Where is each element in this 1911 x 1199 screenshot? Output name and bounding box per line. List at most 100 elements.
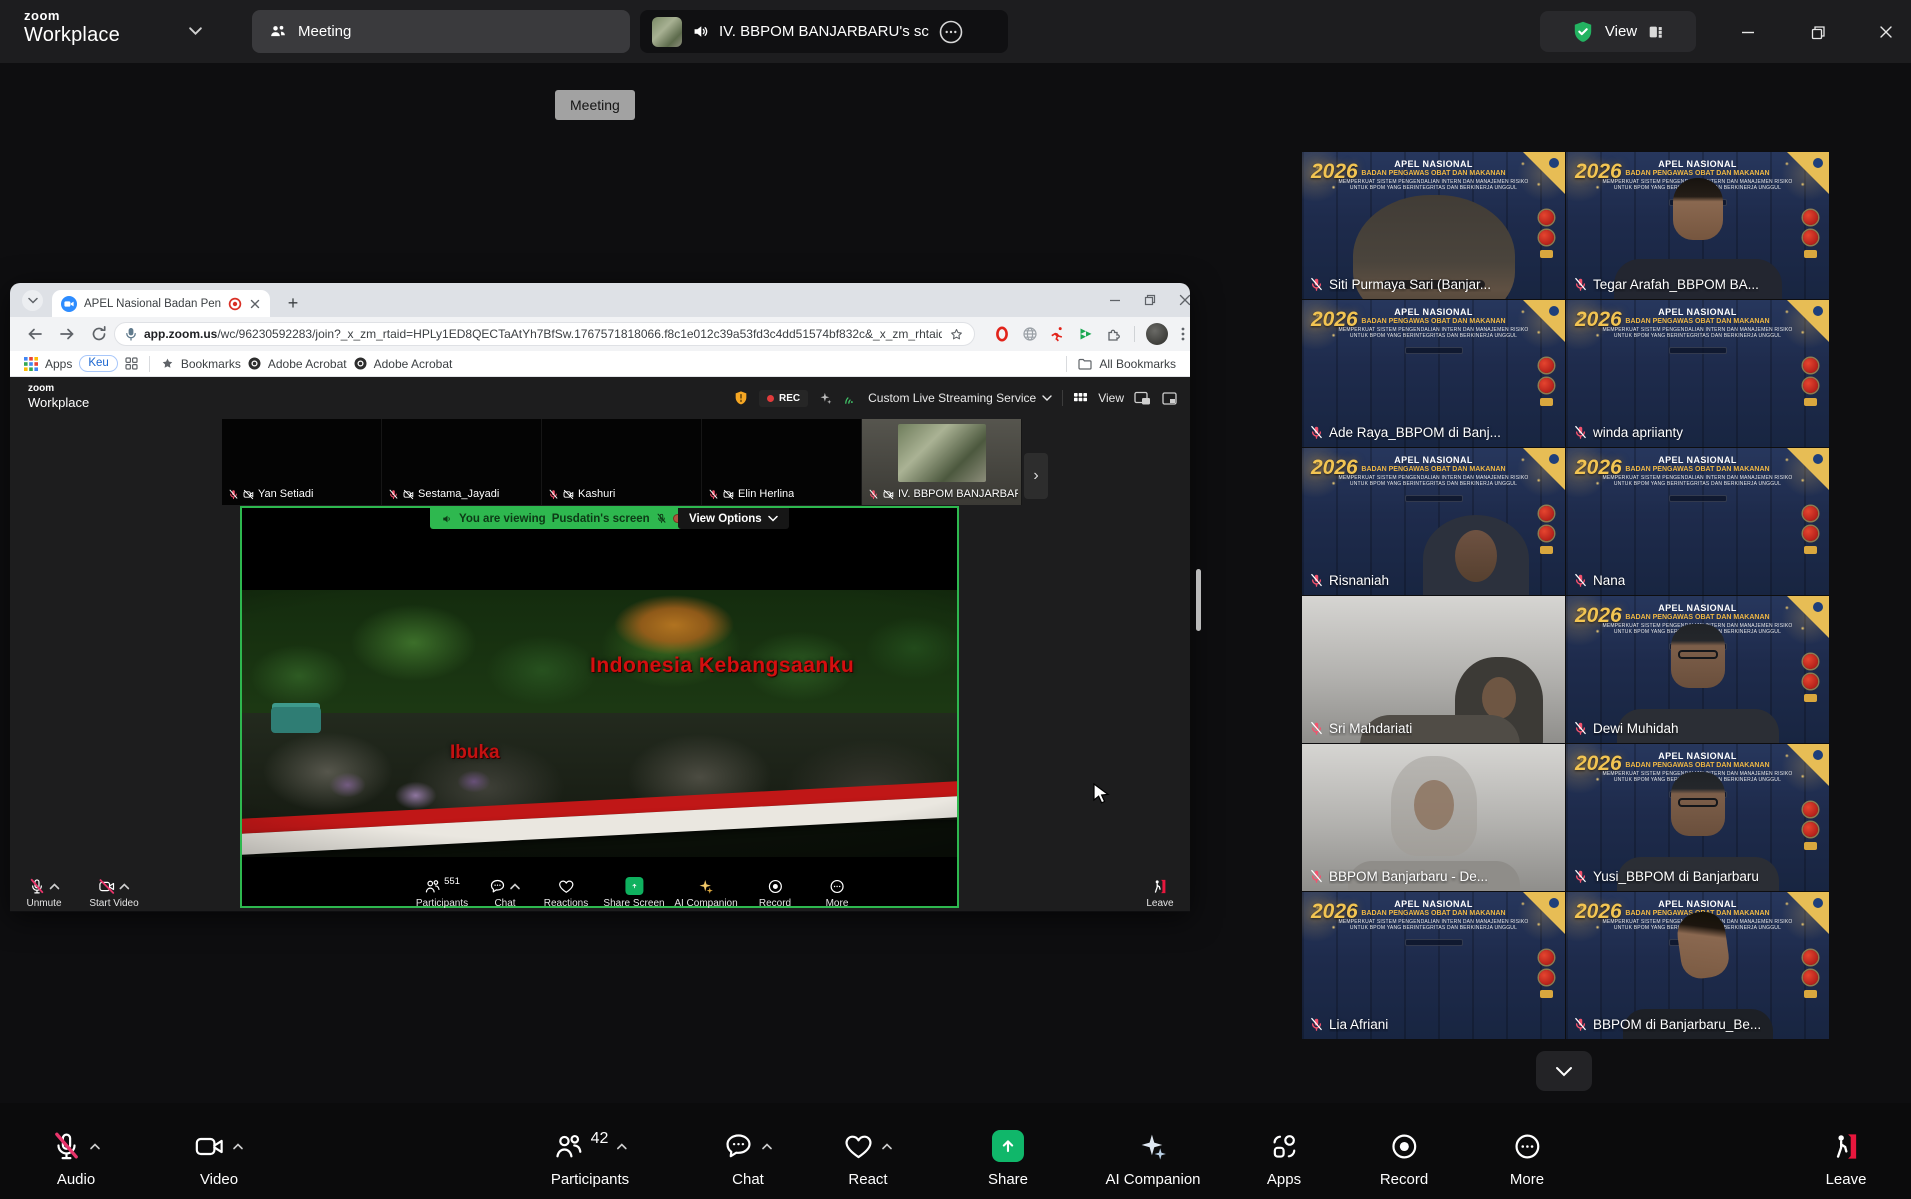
participant-tile[interactable]: 2026APEL NASIONALBADAN PENGAWAS OBAT DAN… [1302,448,1565,595]
tab-close-icon[interactable] [249,298,261,310]
chevron-up-icon[interactable] [89,1142,101,1151]
toolbar-chat-button[interactable]: Chat [489,876,521,909]
participant-tile[interactable]: 2026APEL NASIONALBADAN PENGAWAS OBAT DAN… [1566,744,1829,891]
minimize-button[interactable] [1731,18,1765,46]
participant-tile[interactable]: BBPOM Banjarbaru - De... [1302,744,1565,891]
tab-shared-screen[interactable]: IV. BBPOM BANJARBARU's sc [640,10,1008,53]
extensions-puzzle-icon[interactable] [1106,326,1122,342]
speaker-icon[interactable] [691,22,710,41]
participant-tile[interactable]: 2026APEL NASIONALBADAN PENGAWAS OBAT DAN… [1566,300,1829,447]
filmstrip-tile[interactable]: Kashuri [542,419,702,505]
chevron-up-icon[interactable] [761,1142,773,1151]
participant-tile[interactable]: 2026APEL NASIONALBADAN PENGAWAS OBAT DAN… [1566,596,1829,743]
toolbar-audio-button[interactable]: Audio [51,1128,101,1188]
close-button[interactable] [1869,18,1903,46]
filmstrip-tile[interactable]: Elin Herlina [702,419,862,505]
toolbar-ai-companion-button[interactable]: AI Companion [1105,1128,1200,1188]
toolbar-ai-companion-button[interactable]: AI Companion [674,876,737,909]
filmstrip-tile[interactable]: Sestama_Jayadi [382,419,542,505]
browser-minimize-button[interactable] [1100,287,1130,313]
back-icon[interactable] [26,325,44,343]
toolbar-share-screen-button[interactable]: Share Screen [603,876,664,909]
bookmark-apps-label[interactable]: Apps [45,357,72,371]
bookmark-acrobat-2[interactable]: Adobe Acrobat [374,357,453,371]
popout-icon[interactable] [1161,391,1178,406]
extension-green-icon[interactable] [1078,326,1094,342]
browser-close-button[interactable] [1170,287,1190,313]
slide-subtitle: BADAN PENGAWAS OBAT DAN MAKANAN [1600,318,1795,327]
scrollbar[interactable] [1196,569,1201,631]
tab-more-options-icon[interactable] [938,19,964,45]
site-info-icon[interactable] [125,327,137,341]
toolbar-apps-button[interactable]: Apps [1267,1128,1301,1188]
toolbar-chat-button[interactable]: Chat [723,1128,773,1188]
tab-meeting[interactable]: Meeting [252,10,630,53]
toolbar-leave-button[interactable]: Leave [1826,1128,1867,1188]
profile-keu-pill[interactable]: Keu [79,355,117,372]
browser-profile-avatar[interactable] [1146,323,1168,345]
chevron-up-icon[interactable] [509,882,521,891]
bookmark-star-icon[interactable] [949,327,964,342]
filmstrip-tile[interactable]: Yan Setiadi [222,419,382,505]
toolbar-video-button[interactable]: Video [194,1128,244,1188]
workspace-chevron-down-icon[interactable] [188,25,203,37]
view-options-button[interactable]: View Options [678,508,789,529]
streaming-service-menu[interactable]: Custom Live Streaming Service [868,391,1052,405]
toolbar-more-button[interactable]: More [1510,1128,1544,1188]
filmstrip-tile[interactable]: IV. BBPOM BANJARBARU [862,419,1022,505]
ai-sparkle-icon[interactable] [818,391,833,406]
extension-opera-icon[interactable] [994,326,1010,342]
participant-tile[interactable]: 2026APEL NASIONALBADAN PENGAWAS OBAT DAN… [1566,152,1829,299]
apps-grid-icon[interactable] [24,357,38,371]
tab-groups-icon[interactable] [125,357,138,370]
toolbar-participants-button[interactable]: 551Participants [416,876,468,909]
new-tab-button[interactable]: + [280,290,306,316]
restore-button[interactable] [1801,18,1835,46]
toolbar-react-button[interactable]: React [843,1128,893,1188]
browser-tab[interactable]: APEL Nasional Badan Penga [52,290,270,317]
all-bookmarks-label[interactable]: All Bookmarks [1099,357,1176,371]
chevron-up-icon[interactable] [118,882,130,891]
participant-name: Nana [1593,573,1625,588]
gallery-collapse-button[interactable] [1536,1051,1592,1091]
toolbar-record-button[interactable]: Record [1380,1128,1428,1188]
inner-view-button[interactable]: View [1098,391,1124,405]
security-shield-icon[interactable] [733,390,749,406]
pip-icon[interactable] [1134,391,1151,406]
live-signal-icon[interactable] [843,391,858,406]
chevron-up-icon[interactable] [48,882,60,891]
toolbar-participants-button[interactable]: 42Participants [551,1128,629,1188]
chevron-up-icon[interactable] [881,1142,893,1151]
address-bar[interactable]: app.zoom.us/wc/96230592283/join?_x_zm_rt… [114,322,975,346]
extension-runner-icon[interactable] [1050,326,1066,342]
filmstrip-next-button[interactable]: › [1024,453,1048,499]
toolbar-unmute-button[interactable]: Unmute [26,876,61,909]
toolbar-share-button[interactable]: Share [988,1128,1028,1188]
participant-tile[interactable]: 2026APEL NASIONALBADAN PENGAWAS OBAT DAN… [1566,448,1829,595]
chevron-down-icon [768,515,778,522]
slide-title: APEL NASIONAL [1600,603,1795,614]
chevron-up-icon[interactable] [232,1142,244,1151]
extension-globe-icon[interactable] [1022,326,1038,342]
bookmark-acrobat-1[interactable]: Adobe Acrobat [268,357,347,371]
bookmarks-label[interactable]: Bookmarks [181,357,241,371]
participant-tile[interactable]: Sri Mahdariati [1302,596,1565,743]
participant-tile[interactable]: 2026APEL NASIONALBADAN PENGAWAS OBAT DAN… [1302,892,1565,1039]
toolbar-leave-button[interactable]: Leave [1146,876,1173,909]
participant-tile[interactable]: 2026APEL NASIONALBADAN PENGAWAS OBAT DAN… [1566,892,1829,1039]
toolbar-record-button[interactable]: Record [759,876,791,909]
participant-tile[interactable]: 2026APEL NASIONALBADAN PENGAWAS OBAT DAN… [1302,300,1565,447]
forward-icon[interactable] [58,325,76,343]
toolbar-reactions-button[interactable]: Reactions [544,876,588,909]
chevron-up-icon[interactable] [615,1142,627,1151]
tab-search-button[interactable] [22,290,43,311]
browser-restore-button[interactable] [1135,287,1165,313]
slide-date-pill [1405,347,1463,354]
toolbar-start-video-button[interactable]: Start Video [89,876,138,909]
view-button[interactable]: View [1540,11,1696,52]
reload-icon[interactable] [90,325,108,343]
toolbar-more-button[interactable]: More [826,876,849,909]
browser-menu-icon[interactable] [1176,326,1190,342]
slide-badges [1539,358,1554,406]
participant-tile[interactable]: 2026APEL NASIONALBADAN PENGAWAS OBAT DAN… [1302,152,1565,299]
